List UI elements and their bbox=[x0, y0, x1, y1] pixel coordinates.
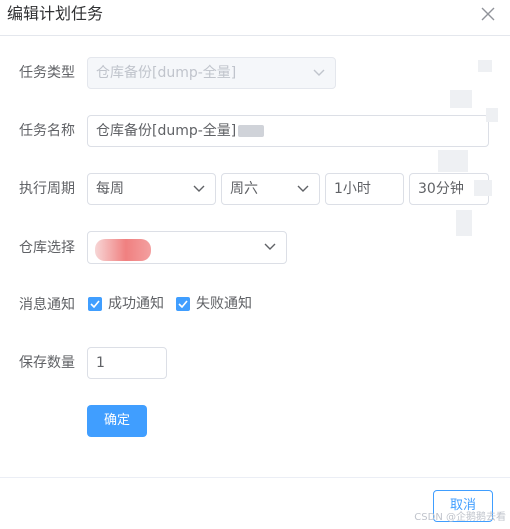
dialog-header: 编辑计划任务 bbox=[0, 0, 510, 36]
redacted-text bbox=[238, 125, 265, 137]
weekday-select[interactable]: 周六 bbox=[221, 173, 320, 205]
task-name-label: 任务名称 bbox=[19, 123, 75, 139]
task-type-select: 仓库备份[dump-全量] bbox=[87, 57, 336, 89]
hour-select[interactable]: 1小时 bbox=[325, 173, 404, 205]
dialog-title: 编辑计划任务 bbox=[7, 4, 104, 23]
chevron-down-icon bbox=[193, 185, 205, 193]
chevron-down-icon bbox=[264, 243, 276, 251]
failure-notify-label: 失败通知 bbox=[196, 296, 252, 312]
repository-select[interactable] bbox=[87, 231, 287, 264]
weekday-value: 周六 bbox=[230, 181, 258, 197]
close-icon[interactable] bbox=[480, 6, 496, 22]
task-name-value: 仓库备份[dump-全量] bbox=[96, 123, 237, 139]
retention-value: 1 bbox=[96, 355, 105, 371]
checkbox-checked-icon bbox=[176, 297, 190, 311]
redacted-value bbox=[95, 239, 151, 261]
footer-divider bbox=[0, 477, 510, 478]
watermark: CSDN @企鹅鹅去看 bbox=[414, 512, 506, 523]
frequency-select[interactable]: 每周 bbox=[87, 173, 216, 205]
task-type-label: 任务类型 bbox=[19, 65, 75, 81]
redaction-noise bbox=[430, 60, 510, 260]
hour-value: 1小时 bbox=[334, 181, 371, 197]
schedule-label: 执行周期 bbox=[19, 181, 75, 197]
task-type-value: 仓库备份[dump-全量] bbox=[96, 65, 237, 81]
success-notify-checkbox[interactable]: 成功通知 bbox=[88, 294, 164, 314]
chevron-down-icon bbox=[297, 185, 309, 193]
repository-label: 仓库选择 bbox=[19, 240, 75, 256]
checkbox-checked-icon bbox=[88, 297, 102, 311]
task-name-input[interactable]: 仓库备份[dump-全量] bbox=[87, 115, 489, 147]
failure-notify-checkbox[interactable]: 失败通知 bbox=[176, 294, 252, 314]
chevron-down-icon bbox=[313, 69, 325, 77]
notification-label: 消息通知 bbox=[19, 297, 75, 313]
success-notify-label: 成功通知 bbox=[108, 296, 164, 312]
frequency-value: 每周 bbox=[96, 181, 124, 197]
retention-input[interactable]: 1 bbox=[87, 347, 167, 379]
edit-schedule-dialog: 编辑计划任务 任务类型 仓库备份[dump-全量] 任务名称 仓库备份[dump… bbox=[0, 0, 510, 529]
retention-label: 保存数量 bbox=[19, 355, 75, 371]
confirm-button[interactable]: 确定 bbox=[87, 405, 147, 437]
